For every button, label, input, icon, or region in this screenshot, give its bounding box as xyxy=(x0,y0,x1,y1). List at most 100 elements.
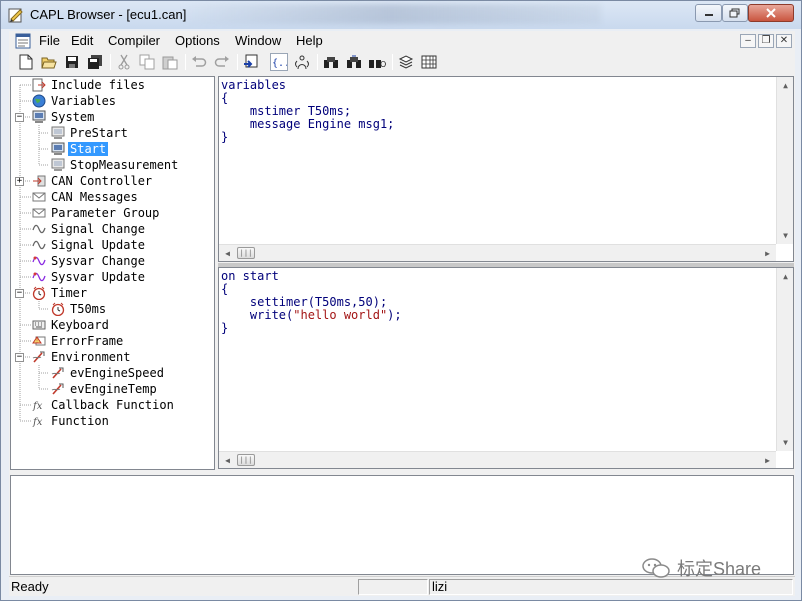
tree-item-sysvar-update[interactable]: Sysvar Update xyxy=(11,269,214,285)
tree-item-label: T50ms xyxy=(70,302,107,316)
vertical-scrollbar[interactable]: ▲ ▼ xyxy=(776,77,793,244)
open-folder-icon xyxy=(41,57,57,69)
tree-item-include-files[interactable]: Include files xyxy=(11,77,214,93)
event-icon xyxy=(295,55,309,70)
tree-item-errorframe[interactable]: ! ErrorFrame xyxy=(11,333,214,349)
menu-file[interactable]: File xyxy=(39,33,60,48)
scroll-up-arrow[interactable]: ▲ xyxy=(777,268,794,285)
maximize-button[interactable] xyxy=(722,4,748,22)
tree-item-system[interactable]: − System xyxy=(11,109,214,125)
variables-editor[interactable]: variables{ mstimer T50ms; message Engine… xyxy=(218,76,794,262)
scroll-thumb[interactable]: ||| xyxy=(237,454,255,466)
tree-item-parameter-group[interactable]: Parameter Group xyxy=(11,205,214,221)
capl-app-icon xyxy=(8,8,23,23)
scroll-right-arrow[interactable]: ▶ xyxy=(759,452,776,469)
tree-item-prestart[interactable]: PreStart xyxy=(11,125,214,141)
scroll-right-arrow[interactable]: ▶ xyxy=(759,245,776,262)
event-tree[interactable]: Include files Variables − System PreStar… xyxy=(10,76,215,470)
svg-text:{..}: {..} xyxy=(272,58,287,69)
menu-window[interactable]: Window xyxy=(235,33,281,48)
save-all-icon xyxy=(88,55,102,69)
scroll-up-arrow[interactable]: ▲ xyxy=(777,77,794,94)
tree-item-label: StopMeasurement xyxy=(70,158,179,172)
sysvar-wave-icon xyxy=(32,256,46,266)
mdi-child-icon[interactable] xyxy=(15,33,31,49)
tree-item-signal-change[interactable]: Signal Change xyxy=(11,221,214,237)
undo-button[interactable] xyxy=(190,53,208,71)
menu-edit[interactable]: Edit xyxy=(71,33,93,48)
tree-item-can-messages[interactable]: CAN Messages xyxy=(11,189,214,205)
redo-icon xyxy=(214,56,229,67)
title-bar[interactable]: CAPL Browser - [ecu1.can] xyxy=(1,1,801,29)
mdi-restore-button[interactable]: ❐ xyxy=(758,34,774,48)
horizontal-scrollbar[interactable]: ◀ ||| ▶ xyxy=(219,451,776,468)
globe-icon xyxy=(32,94,46,108)
tree-item-label: Environment xyxy=(51,350,131,364)
handler-editor[interactable]: on start{ settimer(T50ms,50); write("hel… xyxy=(218,267,794,469)
app-window: CAPL Browser - [ecu1.can] File Edit Comp… xyxy=(0,0,802,601)
paste-icon xyxy=(162,56,178,70)
event-button[interactable] xyxy=(293,53,311,71)
new-file-button[interactable] xyxy=(17,53,35,71)
compile-icon xyxy=(244,54,258,68)
find-button[interactable] xyxy=(322,53,340,71)
tree-item-keyboard[interactable]: Keyboard xyxy=(11,317,214,333)
save-all-button[interactable] xyxy=(86,53,104,71)
svg-text:!: ! xyxy=(36,339,38,345)
tree-item-stopmeasurement[interactable]: StopMeasurement xyxy=(11,157,214,173)
menu-compiler[interactable]: Compiler xyxy=(108,33,160,48)
scroll-left-arrow[interactable]: ◀ xyxy=(219,245,236,262)
tree-item-environment[interactable]: − Environment xyxy=(11,349,214,365)
toolbar-separator xyxy=(237,54,238,70)
close-button[interactable] xyxy=(748,4,794,22)
paste-button[interactable] xyxy=(161,53,179,71)
tree-item-can-controller[interactable]: + CAN Controller xyxy=(11,173,214,189)
code-view-button[interactable]: {..} xyxy=(270,53,288,71)
calculator-button[interactable] xyxy=(420,53,438,71)
scroll-down-arrow[interactable]: ▼ xyxy=(777,434,794,451)
collapse-toggle[interactable]: − xyxy=(15,113,24,122)
horizontal-scrollbar[interactable]: ◀ ||| ▶ xyxy=(219,244,776,261)
tree-item-label-selected: Start xyxy=(68,142,109,156)
scroll-left-arrow[interactable]: ◀ xyxy=(219,452,236,469)
tree-item-label: Variables xyxy=(51,94,117,108)
tree-item-t50ms[interactable]: T50ms xyxy=(11,301,214,317)
compile-button[interactable] xyxy=(242,53,260,71)
tree-item-sysvar-change[interactable]: Sysvar Change xyxy=(11,253,214,269)
save-icon xyxy=(66,56,78,68)
mdi-minimize-button[interactable]: – xyxy=(740,34,756,48)
find-next-button[interactable] xyxy=(345,53,363,71)
open-button[interactable] xyxy=(40,53,58,71)
scroll-thumb[interactable]: ||| xyxy=(237,247,255,259)
window-title: CAPL Browser - [ecu1.can] xyxy=(30,7,187,22)
env-icon xyxy=(51,383,64,395)
collapse-toggle[interactable]: − xyxy=(15,289,24,298)
tree-item-start[interactable]: Start xyxy=(11,141,214,157)
minimize-button[interactable] xyxy=(695,4,722,22)
expand-toggle[interactable]: + xyxy=(15,177,24,186)
save-button[interactable] xyxy=(63,53,81,71)
menu-options[interactable]: Options xyxy=(175,33,220,48)
menu-help[interactable]: Help xyxy=(296,33,323,48)
svg-text:fx: fx xyxy=(32,417,43,428)
tree-item-evenginespeed[interactable]: evEngineSpeed xyxy=(11,365,214,381)
collapse-toggle[interactable]: − xyxy=(15,353,24,362)
find-prev-button[interactable]: O xyxy=(368,53,386,71)
tree-item-variables[interactable]: Variables xyxy=(11,93,214,109)
tree-item-label: Parameter Group xyxy=(51,206,160,220)
tree-item-label: System xyxy=(51,110,95,124)
cut-button[interactable] xyxy=(115,53,133,71)
tree-item-callback-function[interactable]: fx Callback Function xyxy=(11,397,214,413)
tree-item-signal-update[interactable]: Signal Update xyxy=(11,237,214,253)
stack-button[interactable] xyxy=(397,53,415,71)
tree-item-function[interactable]: fx Function xyxy=(11,413,214,429)
redo-button[interactable] xyxy=(213,53,231,71)
mdi-close-button[interactable]: ✕ xyxy=(776,34,792,48)
tree-item-timer[interactable]: − Timer xyxy=(11,285,214,301)
scroll-down-arrow[interactable]: ▼ xyxy=(777,227,794,244)
copy-button[interactable] xyxy=(138,53,156,71)
error-frame-icon: ! xyxy=(32,336,46,346)
vertical-scrollbar[interactable]: ▲ ▼ xyxy=(776,268,793,451)
tree-item-evenginetemp[interactable]: evEngineTemp xyxy=(11,381,214,397)
clock-icon xyxy=(51,302,65,316)
